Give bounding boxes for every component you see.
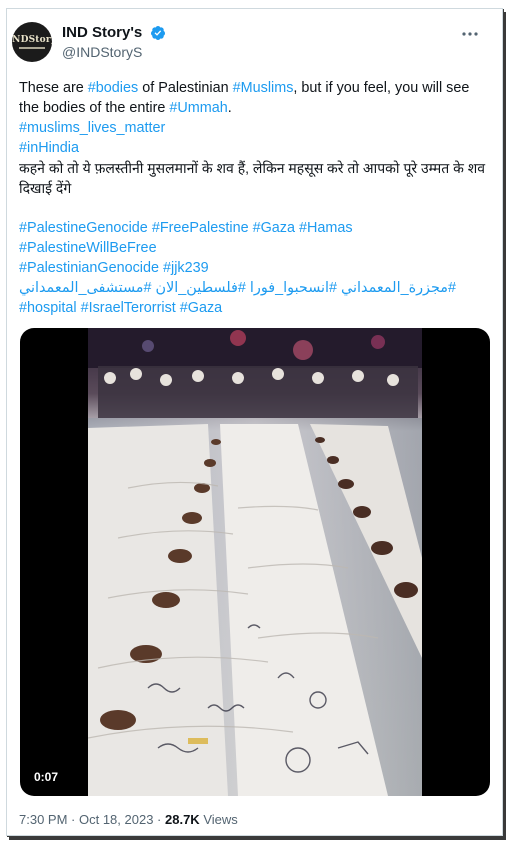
more-options-icon[interactable] xyxy=(458,22,482,46)
hindi-text: कहने को तो ये फ़लस्तीनी मुसलमानों के शव … xyxy=(19,160,486,196)
text-fragment: These are xyxy=(19,80,88,96)
hashtag-row: #PalestineWillBeFree xyxy=(19,238,489,258)
meta-separator: · xyxy=(153,812,165,827)
hashtag-link[interactable]: #IsraelTerorrist xyxy=(81,300,176,316)
hashtag-link[interactable]: #inHindia xyxy=(19,140,79,156)
hashtag-link[interactable]: #Hamas xyxy=(299,220,353,236)
hashtag-row-arabic: #مجزرة_المعمداني #انسحبوا_فورا #فلسطين_ا… xyxy=(19,278,489,298)
hashtag-row: #PalestinianGenocide #jjk239 xyxy=(19,258,489,278)
hashtag-link[interactable]: #FreePalestine xyxy=(152,220,249,236)
tweet-meta: 7:30 PM · Oct 18, 2023 · 28.7K Views xyxy=(19,812,238,828)
hashtag-link[interactable]: #PalestineGenocide xyxy=(19,220,148,236)
video-duration: 0:07 xyxy=(28,768,65,786)
hashtag-link[interactable]: #Gaza xyxy=(253,220,295,236)
hashtag-link[interactable]: #bodies xyxy=(88,80,138,96)
hashtag-link[interactable]: #PalestinianGenocide xyxy=(19,260,159,276)
tweet-header: INDStory IND Story's @INDStoryS xyxy=(12,22,482,66)
avatar-logo-underline xyxy=(19,47,45,49)
hashtag-link[interactable]: #Muslims xyxy=(233,80,294,96)
tweet-date[interactable]: Oct 18, 2023 xyxy=(79,812,153,827)
views-label: Views xyxy=(199,812,238,827)
tweet-text: These are #bodies of Palestinian #Muslim… xyxy=(19,78,489,318)
user-handle[interactable]: @INDStoryS xyxy=(62,43,166,61)
hashtag-link[interactable]: #muslims_lives_matter xyxy=(19,120,165,136)
hashtag-link[interactable]: #jjk239 xyxy=(163,260,209,276)
hashtag-link[interactable]: #PalestineWillBeFree xyxy=(19,240,157,256)
verified-badge-icon xyxy=(150,26,165,40)
avatar-logo-text: INDStory xyxy=(12,35,52,45)
views-count: 28.7K xyxy=(165,812,200,827)
video-still-image xyxy=(88,328,422,796)
hashtag-row: #PalestineGenocide #FreePalestine #Gaza … xyxy=(19,218,489,238)
hashtag-link[interactable]: #hospital xyxy=(19,300,77,316)
author-names: IND Story's @INDStoryS xyxy=(62,24,166,61)
tweet-time[interactable]: 7:30 PM xyxy=(19,812,67,827)
avatar[interactable]: INDStory xyxy=(12,22,52,62)
video-player[interactable]: 0:07 xyxy=(20,328,490,796)
meta-separator: · xyxy=(67,812,79,827)
display-name[interactable]: IND Story's xyxy=(62,24,142,42)
text-fragment: . xyxy=(227,100,232,116)
hashtag-link[interactable]: #مجزرة_المعمداني #انسحبوا_فورا #فلسطين_ا… xyxy=(19,280,456,296)
hashtag-row: #hospital #IsraelTerorrist #Gaza xyxy=(19,298,489,318)
hashtag-link[interactable]: #Gaza xyxy=(180,300,222,316)
hashtag-link[interactable]: #Ummah xyxy=(169,100,227,116)
tweet-line-1: These are #bodies of Palestinian #Muslim… xyxy=(19,78,489,118)
video-frame[interactable] xyxy=(88,328,422,796)
text-fragment: of Palestinian xyxy=(138,80,233,96)
